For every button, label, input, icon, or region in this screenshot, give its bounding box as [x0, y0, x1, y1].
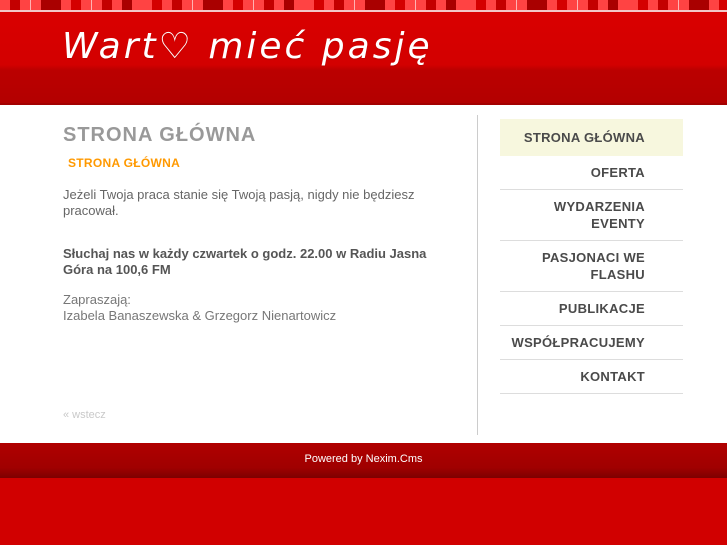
menu-item-oferta[interactable]: OFERTA — [500, 156, 683, 190]
content-area: STRONA GŁÓWNA STRONA GŁÓWNA Jeżeli Twoja… — [0, 105, 727, 443]
back-link[interactable]: « wstecz — [63, 409, 106, 421]
vertical-divider — [477, 115, 478, 435]
sidebar: STRONA GŁÓWNA OFERTA WYDARZENIA EVENTY P… — [500, 119, 683, 394]
site-logo[interactable]: Wart♡ mieć pasję — [62, 26, 433, 67]
decorative-pattern-strip — [0, 0, 727, 12]
page: Wart♡ mieć pasję STRONA GŁÓWNA STRONA GŁ… — [0, 0, 727, 545]
menu-item-wspolpracujemy[interactable]: WSPÓŁPRACUJEMY — [500, 326, 683, 360]
radio-announcement-text: Słuchaj nas w każdy czwartek o godz. 22.… — [63, 246, 427, 277]
powered-by-link[interactable]: Powered by Nexim.Cms — [305, 453, 423, 465]
hosts-label: Zapraszają: — [63, 292, 131, 307]
bottom-red-band — [0, 478, 727, 545]
intro-text: Jeżeli Twoja praca stanie się Twoją pasj… — [63, 187, 415, 218]
main-column: STRONA GŁÓWNA STRONA GŁÓWNA Jeżeli Twoja… — [0, 105, 477, 443]
site-header: Wart♡ mieć pasję — [0, 12, 727, 105]
menu-item-wydarzenia-eventy[interactable]: WYDARZENIA EVENTY — [500, 190, 683, 241]
menu-item-kontakt[interactable]: KONTAKT — [500, 360, 683, 394]
footer-bar: Powered by Nexim.Cms — [0, 443, 727, 478]
breadcrumb-link[interactable]: STRONA GŁÓWNA — [68, 156, 180, 170]
menu-item-strona-glowna[interactable]: STRONA GŁÓWNA — [500, 119, 683, 156]
main-menu: STRONA GŁÓWNA OFERTA WYDARZENIA EVENTY P… — [500, 119, 683, 394]
page-title: STRONA GŁÓWNA — [63, 124, 257, 146]
hosts-names: Izabela Banaszewska & Grzegorz Nienartow… — [63, 308, 337, 323]
menu-item-publikacje[interactable]: PUBLIKACJE — [500, 292, 683, 326]
menu-item-pasjonaci-we-flashu[interactable]: PASJONACI WE FLASHU — [500, 241, 683, 292]
hosts-block: Zapraszają: Izabela Banaszewska & Grzego… — [63, 292, 459, 324]
